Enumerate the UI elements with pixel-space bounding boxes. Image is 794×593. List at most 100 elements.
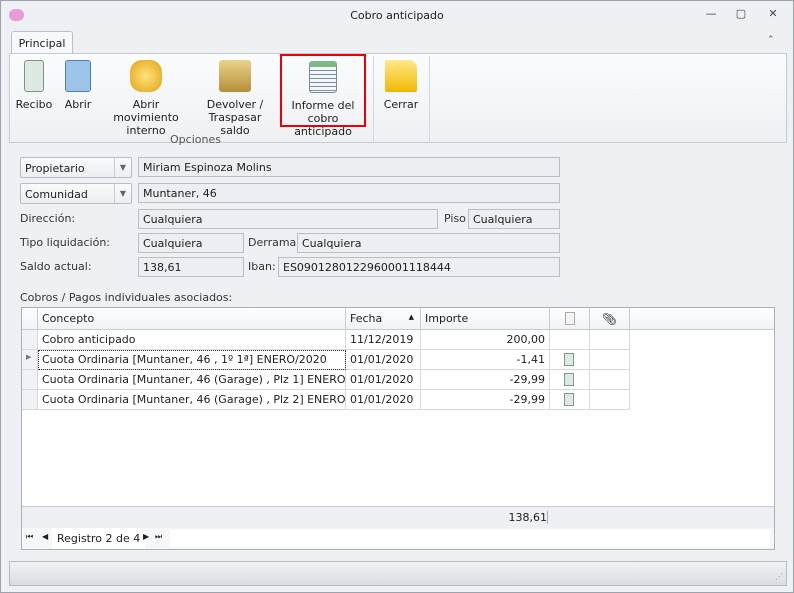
cell-importe[interactable]: -29,99 xyxy=(421,390,550,410)
first-record-button[interactable]: ⏮ xyxy=(26,532,33,542)
column-header-receipt[interactable] xyxy=(550,308,590,330)
cell-concepto[interactable]: Cuota Ordinaria [Muntaner, 46 (Garage) ,… xyxy=(38,390,346,410)
paperclip-icon: 📎︎ xyxy=(601,312,618,326)
receipt-icon[interactable] xyxy=(564,393,574,406)
community-type-value: Comunidad xyxy=(25,188,88,201)
owner-type-select[interactable]: Propietario ▼ xyxy=(20,157,132,178)
record-counter: Registro 2 de 4 xyxy=(52,528,146,549)
row-indicator[interactable] xyxy=(22,370,38,390)
cell-fecha[interactable]: 11/12/2019 xyxy=(346,330,421,350)
cell-attachment[interactable] xyxy=(590,370,630,390)
community-name-field[interactable]: Muntaner, 46 xyxy=(138,183,560,203)
database-arrows-icon xyxy=(130,60,162,92)
cell-receipt[interactable] xyxy=(550,370,590,390)
coins-transfer-icon xyxy=(219,60,251,92)
cell-attachment[interactable] xyxy=(590,350,630,370)
tab-principal[interactable]: Principal xyxy=(11,31,73,54)
table-row[interactable]: Cuota Ordinaria [Muntaner, 46 (Garage) ,… xyxy=(22,390,630,410)
table-row[interactable]: Cuota Ordinaria [Muntaner, 46 (Garage) ,… xyxy=(22,370,630,390)
button-label: Recibo xyxy=(15,98,53,111)
cell-fecha[interactable]: 01/01/2020 xyxy=(346,390,421,410)
cell-concepto[interactable]: Cuota Ordinaria [Muntaner, 46 , 1º 1ª] E… xyxy=(38,350,346,370)
community-type-select[interactable]: Comunidad ▼ xyxy=(20,183,132,204)
button-label: Informe del xyxy=(291,99,355,112)
cell-fecha[interactable]: 01/01/2020 xyxy=(346,370,421,390)
calculator-user-icon xyxy=(65,60,91,92)
total-importe: 138,61 xyxy=(421,511,548,524)
direccion-label: Dirección: xyxy=(20,212,76,225)
folder-open-icon xyxy=(385,60,417,92)
tipo-liquidacion-label: Tipo liquidación: xyxy=(20,236,111,249)
button-label: Devolver / xyxy=(206,98,264,111)
close-button[interactable]: ✕ xyxy=(763,7,783,25)
saldo-actual-field[interactable]: 138,61 xyxy=(138,257,244,277)
cell-importe[interactable]: -29,99 xyxy=(421,370,550,390)
group-label-opciones: Opciones xyxy=(170,133,221,146)
receipt-icon[interactable] xyxy=(564,373,574,386)
owner-type-value: Propietario xyxy=(25,162,85,175)
cell-attachment[interactable] xyxy=(590,330,630,350)
abrir-button[interactable]: Abrir xyxy=(60,60,96,126)
sort-ascending-icon: ▲ xyxy=(408,313,414,321)
minimize-button[interactable]: — xyxy=(701,7,721,25)
maximize-button[interactable]: ▢ xyxy=(731,7,751,25)
group-separator xyxy=(429,56,430,142)
iban-label: Iban: xyxy=(248,260,276,273)
cell-fecha[interactable]: 01/01/2020 xyxy=(346,350,421,370)
collapse-ribbon-icon[interactable]: ⌃ xyxy=(767,35,775,45)
cell-receipt[interactable] xyxy=(550,330,590,350)
direccion-field[interactable]: Cualquiera xyxy=(138,209,438,229)
footer-summary: 138,61 xyxy=(22,506,774,528)
status-bar: ⋰ xyxy=(9,561,787,586)
cell-receipt[interactable] xyxy=(550,350,590,370)
column-header-attachment[interactable]: 📎︎ xyxy=(590,308,630,330)
row-indicator[interactable]: ▶ xyxy=(22,350,38,370)
table-row[interactable]: ▶ Cuota Ordinaria [Muntaner, 46 , 1º 1ª]… xyxy=(22,350,630,370)
abrir-movimiento-interno-button[interactable]: Abrir movimiento interno xyxy=(102,60,190,137)
grid-title: Cobros / Pagos individuales asociados: xyxy=(20,291,233,304)
fecha-header-label: Fecha xyxy=(350,312,383,325)
button-label: Abrir xyxy=(64,98,92,111)
row-indicator[interactable] xyxy=(22,330,38,350)
piso-label: Piso xyxy=(444,212,466,225)
tipo-liquidacion-field[interactable]: Cualquiera xyxy=(138,233,244,253)
row-indicator[interactable] xyxy=(22,390,38,410)
header-filler xyxy=(630,308,774,330)
recibo-button[interactable]: Recibo xyxy=(12,60,56,126)
column-header-importe[interactable]: Importe xyxy=(421,308,550,330)
cell-importe[interactable]: -1,41 xyxy=(421,350,550,370)
saldo-actual-label: Saldo actual: xyxy=(20,260,92,273)
last-record-button[interactable]: ⏭ xyxy=(155,532,162,542)
cell-concepto[interactable]: Cobro anticipado xyxy=(38,330,346,350)
owner-name-field[interactable]: Miriam Espinoza Molins xyxy=(138,157,560,177)
button-label: Cerrar xyxy=(383,98,419,111)
resize-grip-icon[interactable]: ⋰ xyxy=(775,572,783,581)
cell-receipt[interactable] xyxy=(550,390,590,410)
cell-concepto[interactable]: Cuota Ordinaria [Muntaner, 46 (Garage) ,… xyxy=(38,370,346,390)
horizontal-scrollbar[interactable] xyxy=(170,530,770,547)
next-record-button[interactable]: ▶ xyxy=(143,532,149,541)
informe-cobro-anticipado-button[interactable]: Informe del cobro anticipado xyxy=(280,54,366,138)
ribbon: Recibo Abrir Abrir movimiento interno Dev… xyxy=(9,53,787,146)
iban-field[interactable]: ES0901280122960001118444 xyxy=(278,257,560,277)
cell-attachment[interactable] xyxy=(590,390,630,410)
navigator: ⏮ ◀ Registro 2 de 4 ▶ ⏭ xyxy=(22,528,774,549)
receipt-icon[interactable] xyxy=(564,353,574,366)
cell-importe[interactable]: 200,00 xyxy=(421,330,550,350)
chevron-down-icon: ▼ xyxy=(114,184,131,203)
button-label: Abrir movimiento xyxy=(113,98,179,124)
window-title: Cobro anticipado xyxy=(350,9,444,22)
cerrar-button[interactable]: Cerrar xyxy=(378,60,424,126)
column-header-concepto[interactable]: Concepto xyxy=(38,308,346,330)
derrama-field[interactable]: Cualquiera xyxy=(297,233,560,253)
title-bar: Cobro anticipado — ▢ ✕ xyxy=(1,1,793,31)
table-row[interactable]: Cobro anticipado 11/12/2019 200,00 xyxy=(22,330,630,350)
column-header-fecha[interactable]: Fecha ▲ xyxy=(346,308,421,330)
chevron-down-icon: ▼ xyxy=(114,158,131,177)
piso-field[interactable]: Cualquiera xyxy=(468,209,560,229)
receipt-icon xyxy=(24,60,44,92)
devolver-traspasar-button[interactable]: Devolver / Traspasar saldo xyxy=(194,60,276,137)
group-separator xyxy=(373,56,374,142)
previous-record-button[interactable]: ◀ xyxy=(42,532,48,541)
derrama-label: Derrama: xyxy=(248,236,300,249)
